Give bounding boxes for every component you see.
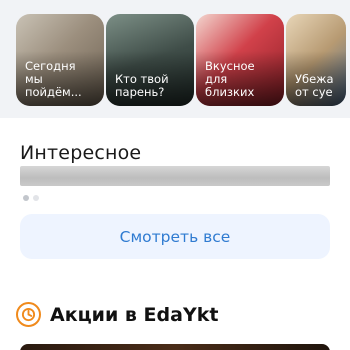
promo-card[interactable] [20,344,330,350]
story-caption: Кто твой парень? [115,73,169,99]
stories-list: Сегодня мы пойдём... Кто твой парень? Вк… [16,14,346,106]
timer-icon [16,302,41,327]
carousel-dot-active[interactable] [23,195,29,201]
story-caption: Вкусное для близких [205,60,255,99]
interesting-title: Интересное [20,142,142,164]
carousel-dots [23,195,39,201]
promos-title: Акции в EdaYkt [50,303,219,326]
story-card[interactable]: Кто твой парень? [106,14,194,106]
story-caption: Убежа от суе [295,73,334,99]
carousel-dot[interactable] [33,195,39,201]
story-card[interactable]: Убежа от суе [286,14,346,106]
story-card[interactable]: Вкусное для близких [196,14,284,106]
story-card[interactable]: Сегодня мы пойдём... [16,14,104,106]
promos-header: Акции в EdaYkt [16,302,218,327]
stories-carousel: Сегодня мы пойдём... Кто твой парень? Вк… [0,0,350,118]
see-all-button[interactable]: Смотреть все [20,214,330,259]
interesting-banner-placeholder[interactable] [20,166,330,186]
story-caption: Сегодня мы пойдём... [25,60,82,99]
